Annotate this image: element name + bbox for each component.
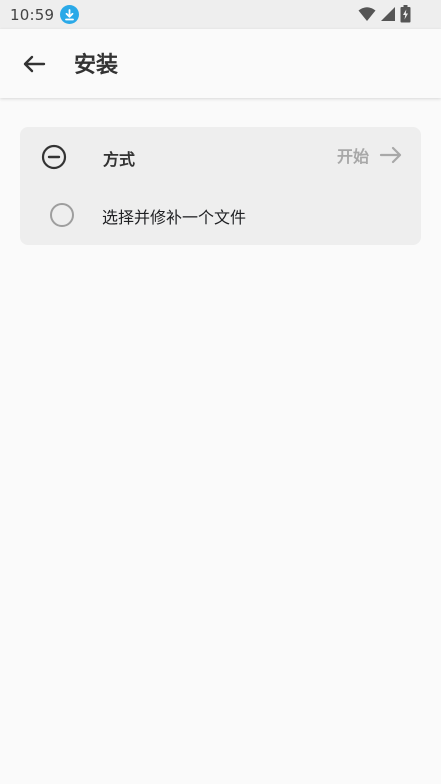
download-icon	[60, 5, 80, 24]
option-select-and-patch-file[interactable]: 选择并修补一个文件	[20, 189, 421, 241]
card-title: 方式	[103, 150, 136, 169]
method-card-header[interactable]: 方式 开始	[20, 127, 421, 185]
signal-icon	[380, 6, 396, 26]
method-card: 方式 开始 选择并修补一个文件	[20, 127, 421, 245]
start-button[interactable]: 开始	[337, 143, 403, 167]
app-bar: 安装	[0, 29, 441, 98]
back-button[interactable]	[16, 49, 52, 79]
arrow-left-icon	[23, 55, 46, 73]
option-label: 选择并修补一个文件	[102, 208, 247, 227]
page-title: 安装	[74, 53, 119, 78]
status-icons	[358, 5, 411, 27]
battery-charging-icon	[400, 5, 411, 27]
status-bar: 10:59	[0, 0, 441, 29]
minus-circle-icon	[41, 144, 67, 170]
start-label: 开始	[336, 147, 369, 166]
wifi-icon	[358, 6, 376, 26]
radio-button[interactable]	[50, 203, 74, 227]
arrow-right-icon	[379, 146, 402, 164]
status-time: 10:59	[10, 5, 55, 24]
